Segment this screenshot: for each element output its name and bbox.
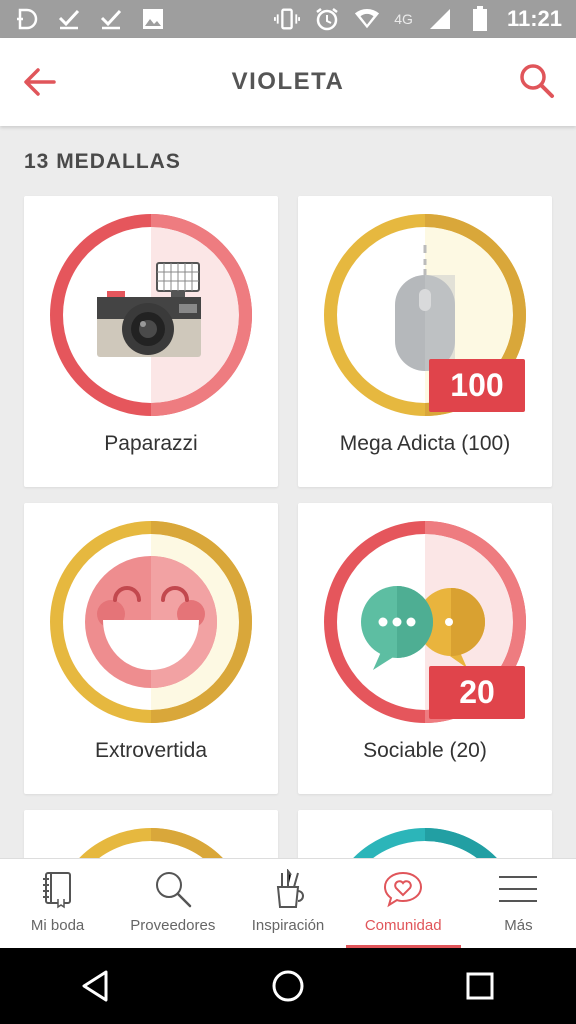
android-nav-bar (0, 948, 576, 1024)
battery-icon (467, 6, 493, 32)
notebook-icon (42, 872, 71, 909)
network-type: 4G (394, 11, 413, 27)
status-bar: 4G 11:21 (0, 0, 576, 38)
alarm-icon (314, 6, 340, 32)
arrow-left-icon (24, 68, 56, 96)
image-icon (140, 6, 166, 32)
medal-card-extrovertida[interactable]: Extrovertida (24, 503, 278, 794)
nav-label: Inspiración (251, 917, 325, 934)
nav-item-proveedores[interactable]: Proveedores (115, 859, 230, 948)
back-button[interactable] (22, 64, 58, 100)
pencil-cup-icon (276, 869, 304, 908)
check-icon (56, 6, 82, 32)
medal-card-mega-adicta[interactable]: 100 Mega Adicta (100) (298, 196, 552, 487)
status-time: 11:21 (506, 6, 562, 31)
notification-d-icon (14, 6, 40, 32)
heart-bubble-icon (384, 871, 423, 908)
medal-label: Paparazzi (104, 432, 198, 455)
check-icon (98, 6, 124, 32)
bottom-nav: Mi boda Proveedores Inspiración Comunida… (0, 858, 576, 948)
medal-label: Mega Adicta (100) (339, 432, 511, 455)
medal-count-tag: 100 (429, 359, 525, 412)
vibrate-icon (274, 6, 301, 32)
page-title: VIOLETA (231, 68, 345, 95)
recents-square-icon[interactable] (460, 966, 500, 1006)
search-icon (520, 64, 554, 98)
nav-label: Más (504, 917, 533, 934)
medal-card-paparazzi[interactable]: Paparazzi (24, 196, 278, 487)
nav-item-mas[interactable]: Más (461, 859, 576, 948)
smiley-icon (85, 556, 217, 688)
nav-item-inspiracion[interactable]: Inspiración (230, 859, 345, 948)
back-triangle-icon[interactable] (76, 966, 116, 1006)
search-button[interactable] (518, 62, 556, 100)
search-icon (155, 872, 192, 908)
home-circle-icon[interactable] (268, 966, 308, 1006)
medal-badge (50, 214, 252, 416)
wifi-icon (354, 6, 380, 32)
medal-count-label: 13 MEDALLAS (24, 150, 181, 173)
signal-icon (427, 6, 453, 32)
app-header: VIOLETA (0, 38, 576, 126)
medal-label: Extrovertida (94, 739, 208, 762)
nav-item-comunidad[interactable]: Comunidad (345, 859, 462, 948)
menu-icon (499, 876, 538, 902)
nav-label: Mi boda (30, 917, 85, 934)
medal-label: Sociable (20) (363, 739, 487, 762)
medal-card-sociable[interactable]: 20 Sociable (20) (298, 503, 552, 794)
nav-label: Comunidad (364, 917, 442, 934)
nav-item-mi-boda[interactable]: Mi boda (0, 859, 115, 948)
nav-label: Proveedores (130, 917, 216, 934)
medal-count-tag: 20 (429, 666, 525, 719)
medal-badge (50, 521, 252, 723)
